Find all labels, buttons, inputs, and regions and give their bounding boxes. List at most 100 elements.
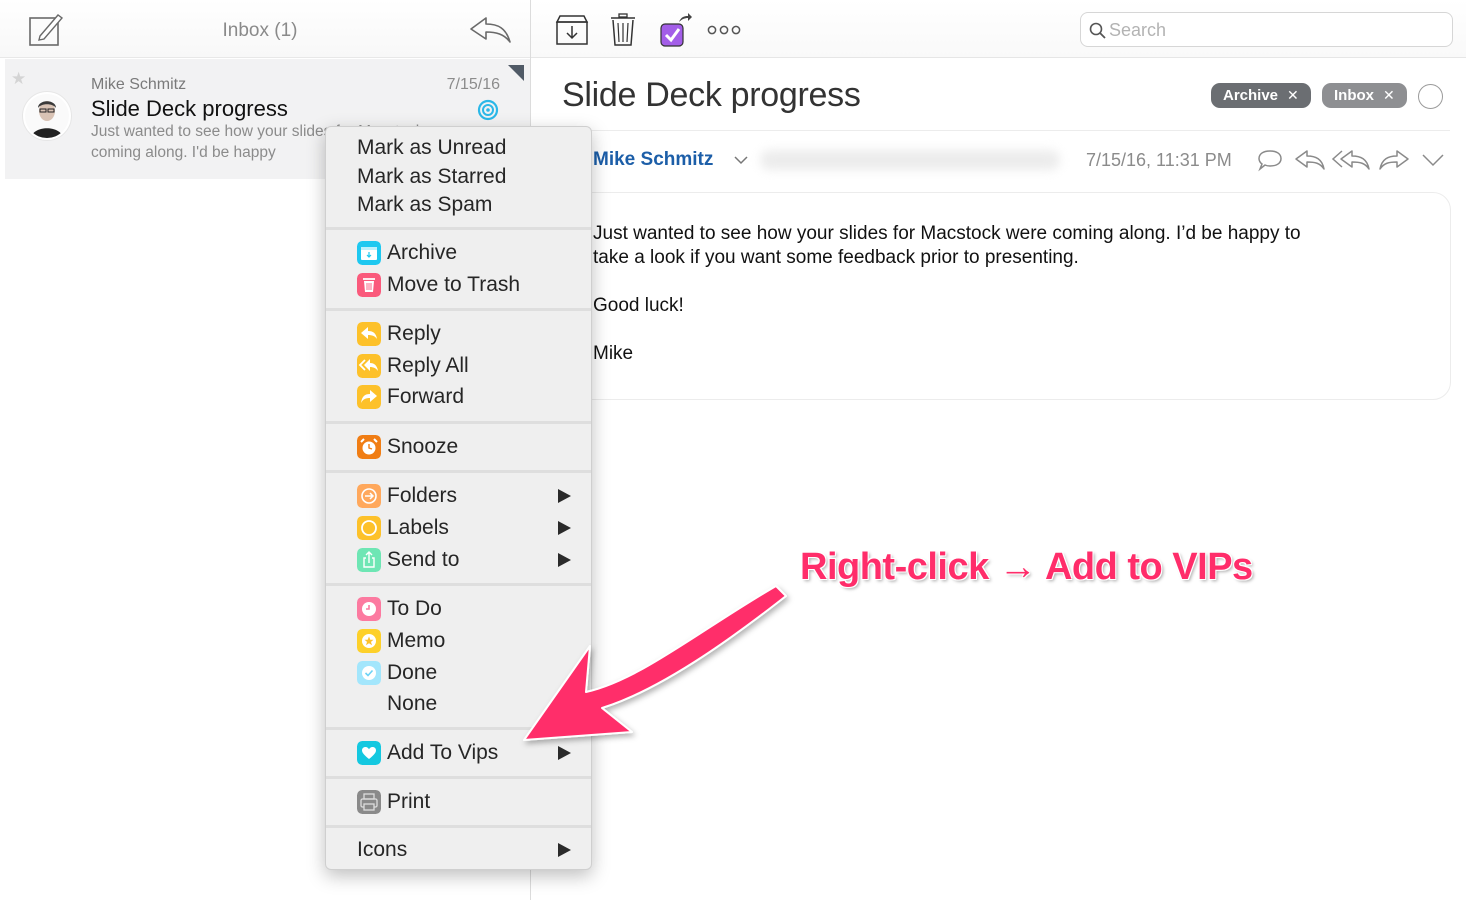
trash-icon xyxy=(357,273,381,297)
menu-item-send-to[interactable]: Send to xyxy=(326,544,591,574)
menu-separator xyxy=(326,308,591,311)
menu-item-label: Reply All xyxy=(387,354,469,377)
menu-item-mark-unread[interactable]: Mark as Unread xyxy=(326,132,591,162)
remove-tag-icon[interactable]: ✕ xyxy=(1287,87,1299,103)
sender-name[interactable]: Mike Schmitz xyxy=(593,149,713,171)
label-circle-icon xyxy=(357,516,381,540)
menu-item-label: Forward xyxy=(387,385,465,408)
menu-item-forward[interactable]: Forward xyxy=(326,381,591,411)
context-menu: Mark as Unread Mark as Starred Mark as S… xyxy=(325,126,592,870)
add-tag-circle-button[interactable] xyxy=(1418,84,1443,109)
folder-arrow-icon xyxy=(357,484,381,508)
menu-item-reply[interactable]: Reply xyxy=(326,318,591,348)
mailbox-title: Inbox (1) xyxy=(222,20,298,41)
unread-corner-flag xyxy=(508,65,524,81)
menu-item-label: Folders xyxy=(387,484,458,507)
target-icon xyxy=(477,99,499,121)
menu-item-memo[interactable]: Memo xyxy=(326,625,591,655)
menu-separator xyxy=(326,825,591,828)
menu-item-mark-spam[interactable]: Mark as Spam xyxy=(326,189,591,219)
reply-all-message-button[interactable] xyxy=(1331,148,1372,172)
recipient-address-redacted xyxy=(760,150,1060,170)
archive-button[interactable] xyxy=(555,12,589,48)
menu-item-label: Mark as Spam xyxy=(357,193,493,216)
menu-item-to-do[interactable]: To Do xyxy=(326,593,591,623)
reply-all-icon xyxy=(357,354,381,378)
speech-bubble-icon xyxy=(1258,150,1282,172)
mail-date: 7/15/16 xyxy=(446,76,500,93)
body-paragraph: Just wanted to see how your slides for M… xyxy=(593,223,1301,268)
menu-item-label: Archive xyxy=(387,241,458,264)
menu-item-archive[interactable]: Archive xyxy=(326,237,591,267)
menu-item-label: Add To Vips xyxy=(387,741,499,764)
tag-label: Inbox xyxy=(1334,87,1374,104)
menu-item-print[interactable]: Print xyxy=(326,786,591,816)
trash-icon xyxy=(611,13,635,46)
body-signature: Mike xyxy=(593,343,634,364)
menu-item-folders[interactable]: Folders xyxy=(326,480,591,510)
comment-button[interactable] xyxy=(1256,148,1284,172)
mail-sender: Mike Schmitz xyxy=(91,76,187,93)
tag-archive[interactable]: Archive ✕ xyxy=(1211,83,1311,108)
menu-item-label: Move to Trash xyxy=(387,273,521,296)
menu-item-labels[interactable]: Labels xyxy=(326,512,591,542)
printer-icon xyxy=(357,790,381,814)
menu-separator xyxy=(326,227,591,230)
search-input[interactable] xyxy=(1109,18,1439,42)
reply-all-icon xyxy=(1331,150,1370,170)
avatar-photo-icon xyxy=(25,94,69,138)
forward-message-button[interactable] xyxy=(1378,148,1410,172)
message-datetime: 7/15/16, 11:31 PM xyxy=(1086,150,1232,170)
message-options-button[interactable] xyxy=(1420,148,1446,172)
menu-item-label: Print xyxy=(387,790,431,813)
menu-item-label: Labels xyxy=(387,516,449,539)
menu-item-icons[interactable]: Icons xyxy=(326,834,591,864)
menu-item-snooze[interactable]: Snooze xyxy=(326,431,591,461)
share-icon xyxy=(357,548,381,572)
menu-item-add-to-vips[interactable]: Add To Vips xyxy=(326,737,591,767)
submenu-arrow-icon xyxy=(558,489,571,503)
header-divider xyxy=(560,130,1450,131)
menu-separator xyxy=(326,470,591,473)
reply-icon xyxy=(357,322,381,346)
more-button[interactable] xyxy=(707,12,743,48)
menu-item-move-to-trash[interactable]: Move to Trash xyxy=(326,269,591,299)
archive-box-icon xyxy=(555,15,589,45)
message-toolbar xyxy=(531,0,1466,58)
body-paragraph: Good luck! xyxy=(593,295,684,316)
alarm-clock-icon xyxy=(357,435,381,459)
tag-label: Archive xyxy=(1223,87,1279,104)
reply-icon xyxy=(470,17,511,43)
menu-item-label: Mark as Unread xyxy=(357,136,507,159)
message-title: Slide Deck progress xyxy=(562,76,861,114)
menu-item-label: Icons xyxy=(357,838,408,861)
menu-separator xyxy=(326,421,591,424)
menu-item-label: Done xyxy=(387,661,438,684)
menu-item-done[interactable]: Done xyxy=(326,657,591,687)
heart-icon xyxy=(357,741,381,765)
checkbox-share-icon xyxy=(660,13,692,47)
menu-item-mark-starred[interactable]: Mark as Starred xyxy=(326,161,591,191)
todo-move-button[interactable] xyxy=(659,12,693,48)
submenu-arrow-icon xyxy=(558,553,571,567)
menu-item-label: None xyxy=(387,692,438,715)
reply-message-button[interactable] xyxy=(1294,148,1326,172)
menu-item-reply-all[interactable]: Reply All xyxy=(326,350,591,380)
mail-subject: Slide Deck progress xyxy=(91,96,288,121)
trash-button[interactable] xyxy=(610,12,636,48)
chevron-down-icon[interactable] xyxy=(733,154,749,166)
remove-tag-icon[interactable]: ✕ xyxy=(1383,87,1395,103)
menu-item-none[interactable]: None xyxy=(326,688,591,718)
search-field[interactable] xyxy=(1080,12,1453,47)
star-icon[interactable]: ★ xyxy=(11,69,26,89)
reply-button[interactable] xyxy=(468,14,514,46)
tag-inbox[interactable]: Inbox ✕ xyxy=(1322,83,1407,108)
search-icon xyxy=(1089,22,1106,39)
check-circle-icon xyxy=(357,661,381,685)
menu-separator xyxy=(326,727,591,730)
star-badge-icon xyxy=(357,629,381,653)
menu-item-label: Mark as Starred xyxy=(357,165,507,188)
menu-separator xyxy=(326,776,591,779)
menu-item-label: Send to xyxy=(387,548,460,571)
forward-icon xyxy=(1379,150,1409,170)
